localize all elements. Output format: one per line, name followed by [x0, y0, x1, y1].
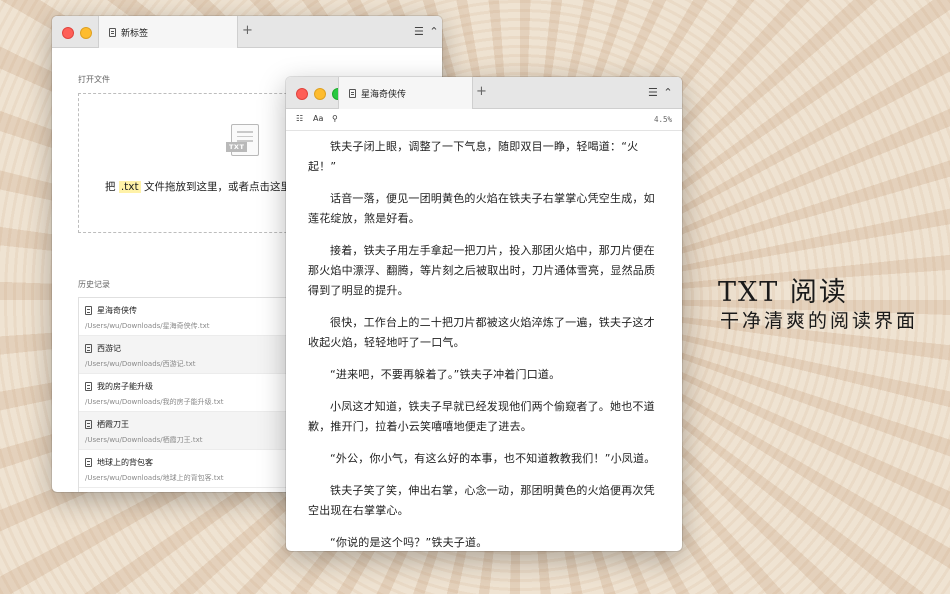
document-icon [109, 27, 116, 37]
search-icon[interactable]: ⚲ [332, 114, 338, 123]
tab-title: 新标签 [121, 28, 149, 39]
tab-new[interactable]: 新标签 [98, 16, 238, 48]
paragraph: 话音一落，便见一团明黄色的火焰在铁夫子右掌掌心凭空生成，如莲花绽放，煞是好看。 [308, 192, 655, 225]
txt-file-icon: TXT [226, 124, 259, 156]
drop-instruction: 把 .txt 文件拖放到这里，或者点击这里 [105, 181, 291, 193]
document-icon [85, 344, 92, 353]
open-file-label: 打开文件 [78, 75, 110, 84]
document-icon [349, 88, 356, 98]
promo-title: TXT 阅读 [718, 277, 848, 308]
new-tab-button[interactable]: + [242, 24, 253, 38]
paragraph: 很快，工作台上的二十把刀片都被这火焰淬炼了一遍，铁夫子这才收起火焰，轻轻地吁了一… [308, 316, 655, 349]
titlebar[interactable]: 新标签 + ☰ ⌃ [52, 16, 442, 48]
promo-subtitle: 干净清爽的阅读界面 [720, 310, 919, 332]
menu-button[interactable]: ☰ ⌃ [648, 86, 674, 99]
menu-button[interactable]: ☰ ⌃ [414, 25, 440, 38]
reader-window: 星海奇侠传 + ☰ ⌃ ☷ Aa ⚲ 4.5% 铁夫子闭上眼，调整了一下气息，随… [286, 77, 682, 551]
titlebar[interactable]: 星海奇侠传 + ☰ ⌃ [286, 77, 682, 109]
document-icon [85, 306, 92, 315]
new-tab-button[interactable]: + [476, 85, 487, 99]
document-icon [85, 382, 92, 391]
reader-toolbar: ☷ Aa ⚲ 4.5% [286, 109, 682, 131]
paragraph: “外公，你小气，有这么好的本事，也不知道教教我们！”小凤道。 [330, 452, 656, 465]
txt-extension: .txt [118, 181, 141, 193]
minimize-button[interactable] [314, 88, 326, 100]
document-icon [85, 420, 92, 429]
txt-badge: TXT [226, 142, 248, 152]
close-button[interactable] [296, 88, 308, 100]
close-button[interactable] [62, 27, 74, 39]
book-content: 铁夫子闭上眼，调整了一下气息，随即双目一睁，轻喝道：“火起！” 话音一落，便见一… [308, 137, 664, 551]
reading-progress: 4.5% [653, 115, 672, 124]
minimize-button[interactable] [80, 27, 92, 39]
window-controls [296, 88, 344, 100]
history-label: 历史记录 [78, 280, 110, 289]
paragraph: 铁夫子笑了笑，伸出右掌，心念一动，那团明黄色的火焰便再次凭空出现在右掌掌心。 [308, 484, 655, 517]
document-icon [85, 458, 92, 467]
tab-title: 星海奇侠传 [361, 89, 407, 100]
tab-book[interactable]: 星海奇侠传 [338, 77, 473, 109]
toc-list-icon[interactable]: ☷ [296, 114, 303, 123]
paragraph: “你说的是这个吗？”铁夫子道。 [330, 536, 488, 549]
font-settings-button[interactable]: Aa [313, 114, 323, 123]
paragraph: 铁夫子闭上眼，调整了一下气息，随即双目一睁，轻喝道：“火起！” [308, 140, 639, 173]
paragraph: “进来吧，不要再躲着了。”铁夫子冲着门口道。 [330, 368, 561, 381]
paragraph: 小凤这才知道，铁夫子早就已经发现他们两个偷窥者了。她也不道歉，推开门，拉着小云笑… [308, 400, 655, 433]
paragraph: 接着，铁夫子用左手拿起一把刀片，投入那团火焰中，那刀片便在那火焰中漂浮、翻腾，等… [308, 244, 656, 297]
